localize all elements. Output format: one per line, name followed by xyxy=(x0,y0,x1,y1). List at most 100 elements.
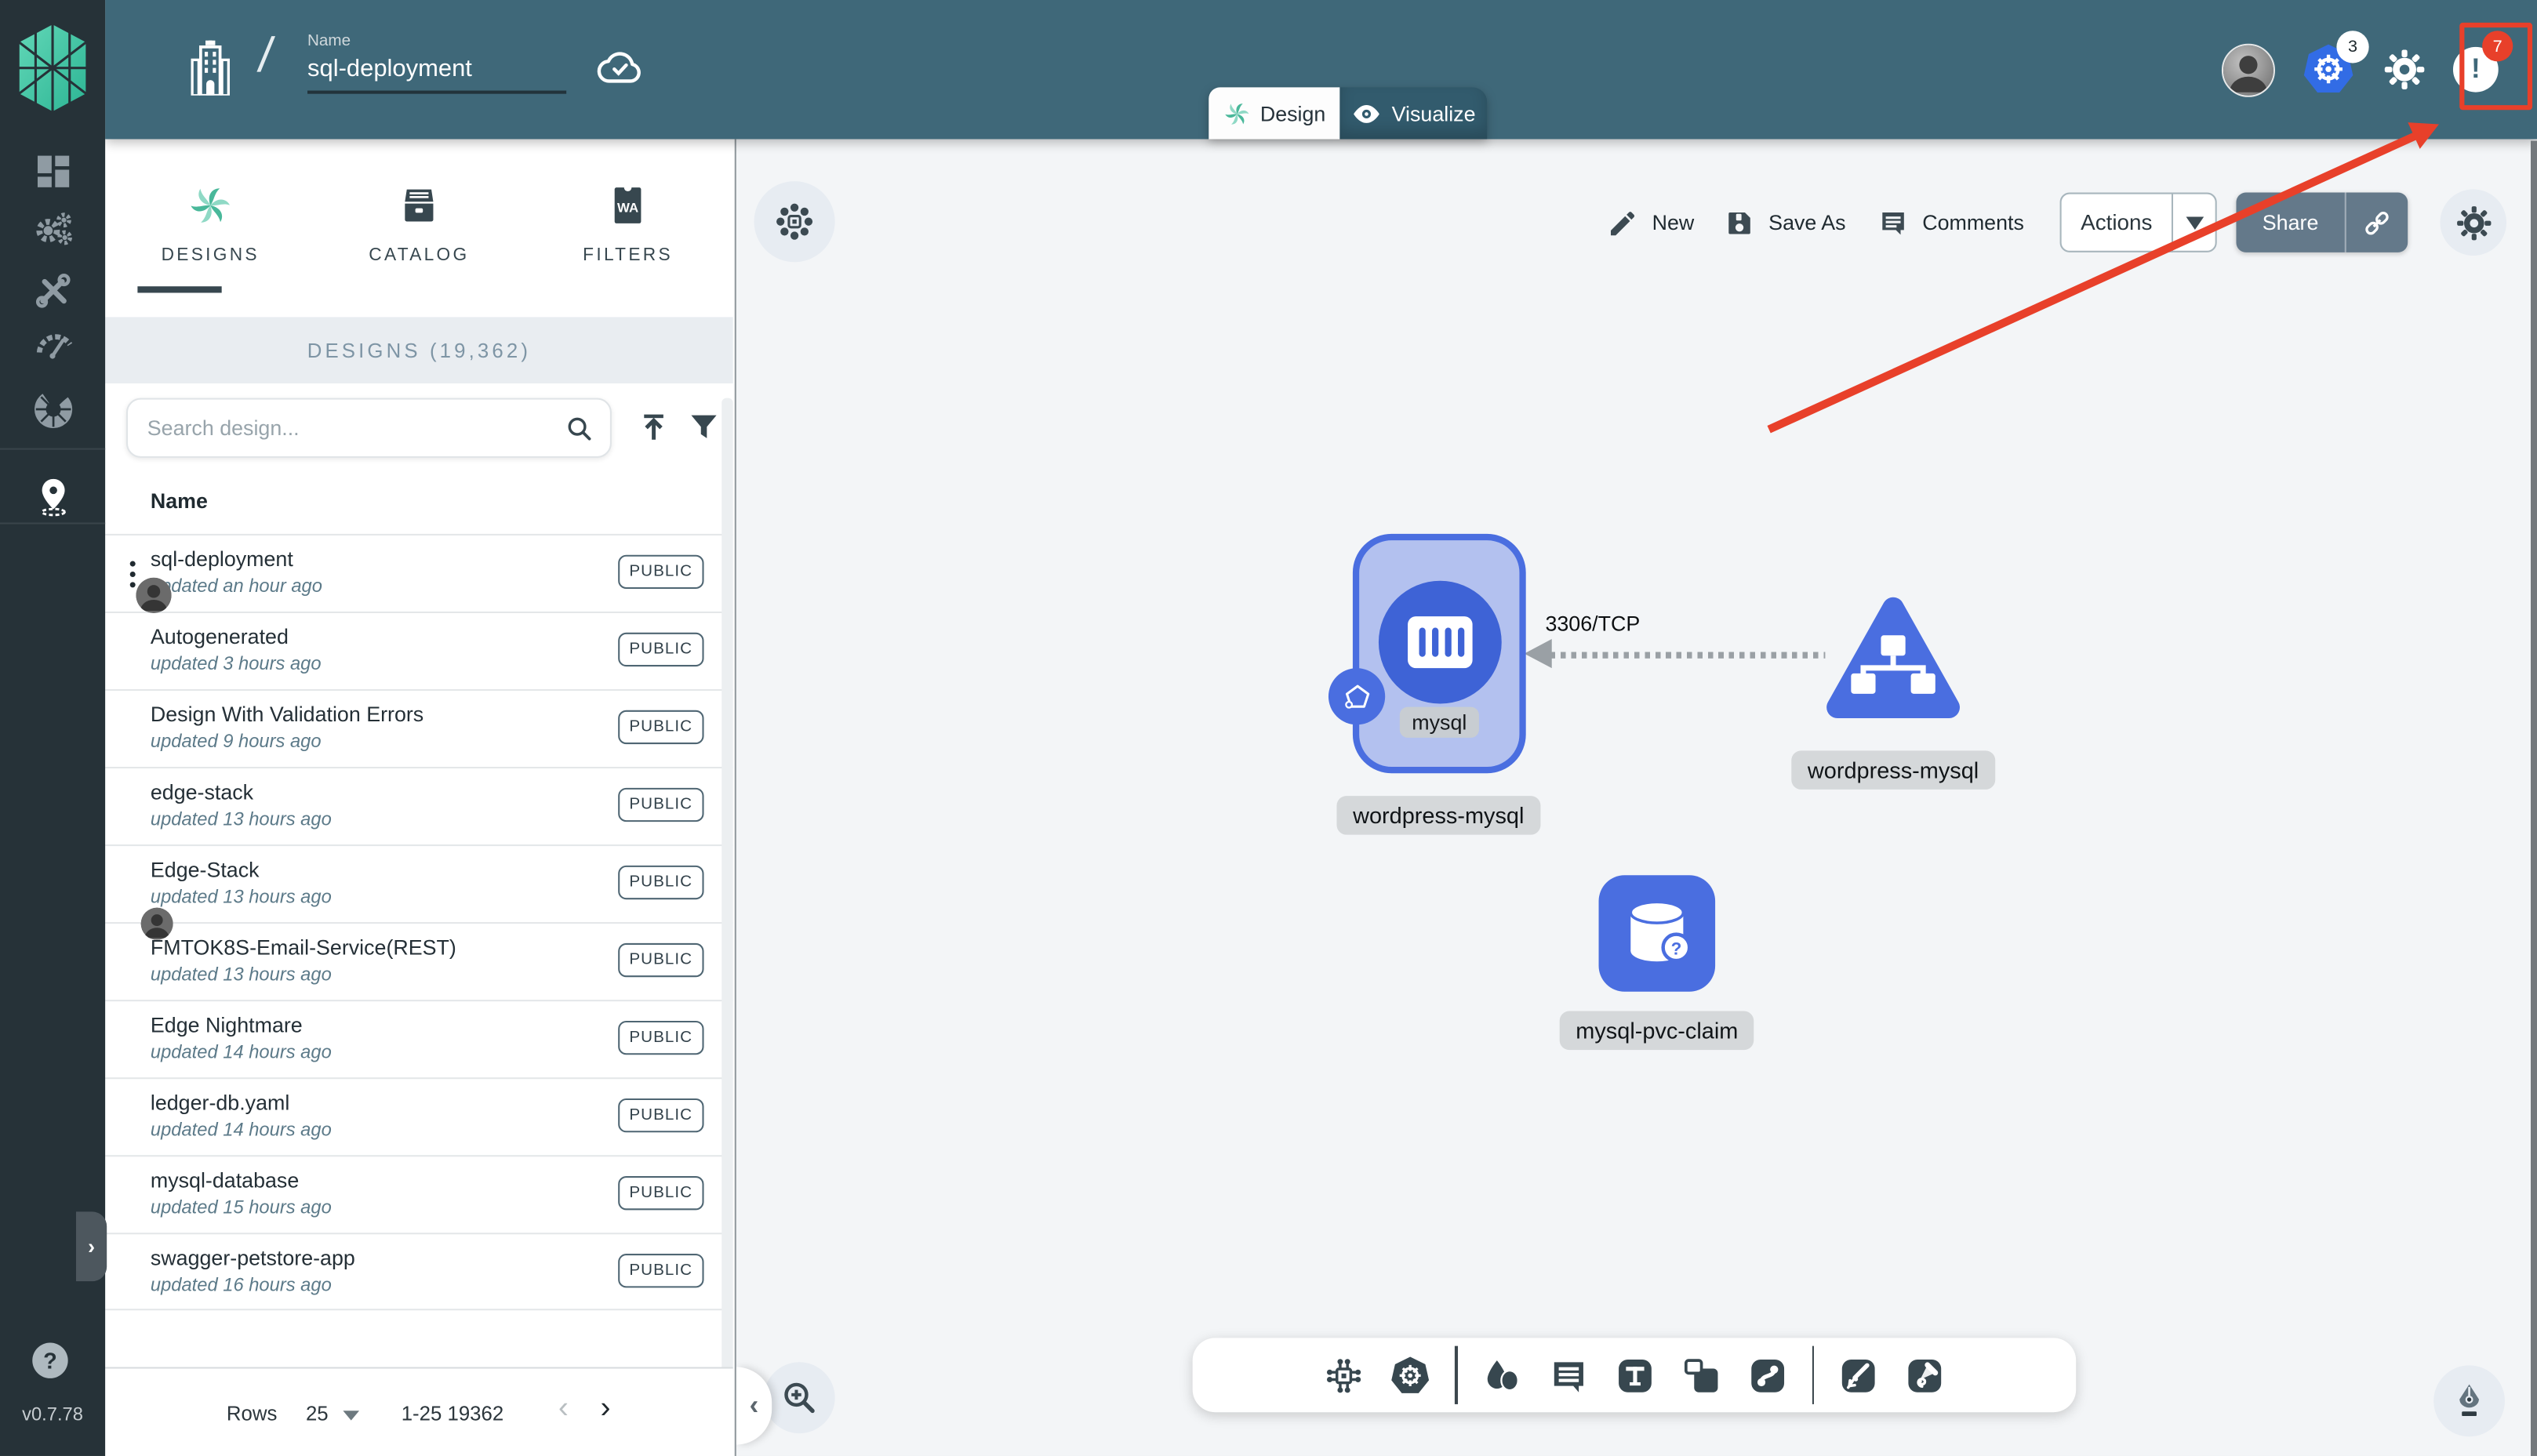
chevron-down-icon[interactable] xyxy=(343,1411,360,1421)
annotate-arrow-tool-icon[interactable] xyxy=(1837,1353,1881,1397)
design-updated: updated 13 hours ago xyxy=(150,888,332,908)
panel-collapse-button[interactable]: ‹ xyxy=(736,1367,772,1445)
edge-arrowhead-icon xyxy=(1524,639,1552,669)
kanvas-pin-icon[interactable] xyxy=(31,472,76,517)
search-icon[interactable] xyxy=(563,412,595,445)
save-as-button[interactable]: Save As xyxy=(1723,193,1846,252)
list-item[interactable]: ledger-db.yaml updated 14 hours ago PUBL… xyxy=(105,1077,733,1155)
design-name: ledger-db.yaml xyxy=(150,1090,290,1115)
pod-pentagon-icon xyxy=(1344,684,1369,708)
list-item[interactable]: sql-deployment updated an hour ago PUBLI… xyxy=(105,533,733,613)
panel-tab-designs[interactable]: DESIGNS xyxy=(113,139,307,294)
name-field-underline xyxy=(307,90,567,94)
meshery-logo-icon[interactable] xyxy=(16,20,89,115)
extensions-icon[interactable] xyxy=(32,388,75,430)
node-label-pvc: mysql-pvc-claim xyxy=(1559,1011,1754,1051)
kubernetes-helm-icon[interactable] xyxy=(1388,1353,1432,1397)
performance-gauge-icon[interactable] xyxy=(32,324,75,366)
row-menu-icon[interactable] xyxy=(126,560,140,589)
comments-button[interactable]: Comments xyxy=(1877,193,2024,252)
lifecycle-gears-icon[interactable] xyxy=(32,209,75,251)
list-item[interactable]: Edge Nightmare updated 14 hours ago PUBL… xyxy=(105,1000,733,1077)
chevron-left-icon: ‹ xyxy=(749,1389,759,1421)
panel-scrollbar[interactable] xyxy=(721,398,733,1375)
node-label-pod: wordpress-mysql xyxy=(1336,796,1541,835)
design-name: FMTOK8S-Email-Service(REST) xyxy=(150,935,456,960)
list-item[interactable]: Autogenerated updated 3 hours ago PUBLIC xyxy=(105,611,733,689)
pen-nib-icon xyxy=(2459,1384,2479,1417)
sidebar-expand-button[interactable]: › xyxy=(75,1211,107,1282)
kubernetes-context-count-badge: 3 xyxy=(2336,31,2369,64)
panel-tab-filters-label: FILTERS xyxy=(583,245,673,266)
panel-tab-catalog-label: CATALOG xyxy=(369,245,470,266)
visibility-badge: PUBLIC xyxy=(617,865,704,900)
service-edge[interactable] xyxy=(1550,652,1826,658)
freehand-draw-tool-icon[interactable] xyxy=(1903,1353,1946,1397)
actions-split-button[interactable]: Actions xyxy=(2059,192,2217,252)
design-updated: updated 14 hours ago xyxy=(150,1043,332,1063)
design-canvas[interactable]: New Save As Comments Actions Share 3306/… xyxy=(736,139,2537,1456)
node-pod-wordpress-mysql[interactable]: mysql xyxy=(1328,533,1526,774)
share-button-label: Share xyxy=(2262,210,2319,235)
node-service-wordpress-mysql[interactable] xyxy=(1825,592,1961,724)
filter-funnel-icon[interactable] xyxy=(686,409,721,445)
components-chip-icon[interactable] xyxy=(1322,1353,1366,1397)
list-item[interactable]: edge-stack updated 13 hours ago PUBLIC xyxy=(105,767,733,844)
list-item[interactable]: Design With Validation Errors updated 9 … xyxy=(105,688,733,767)
list-item[interactable]: FMTOK8S-Email-Service(REST) updated 13 h… xyxy=(105,922,733,1000)
container-name-chip: mysql xyxy=(1398,706,1480,738)
search-input[interactable] xyxy=(147,399,552,456)
list-item[interactable]: swagger-petstore-app updated 16 hours ag… xyxy=(105,1233,733,1311)
tab-design[interactable]: Design xyxy=(1209,87,1340,140)
chevron-right-icon: › xyxy=(88,1234,96,1259)
catalog-archive-icon xyxy=(405,189,434,222)
next-page-button[interactable]: › xyxy=(600,1391,610,1426)
notes-tool-icon[interactable] xyxy=(1546,1353,1590,1397)
organization-building-icon[interactable] xyxy=(191,40,230,96)
canvas-settings-button[interactable] xyxy=(2440,189,2507,256)
design-name: Autogenerated xyxy=(150,624,289,649)
canvas-layout-button[interactable] xyxy=(754,181,835,263)
design-name: edge-stack xyxy=(150,779,254,804)
tab-visualize[interactable]: Visualize xyxy=(1339,87,1488,140)
node-pvc-mysql-pvc-claim[interactable]: ? xyxy=(1598,875,1716,992)
sidebar-divider xyxy=(0,448,106,450)
share-button[interactable]: Share xyxy=(2236,192,2408,252)
list-item[interactable]: Edge-Stack updated 13 hours ago PUBLIC xyxy=(105,844,733,940)
rectangle-tool-icon[interactable] xyxy=(1679,1353,1723,1397)
actions-dropdown-toggle[interactable] xyxy=(2173,216,2215,229)
zoom-in-button[interactable] xyxy=(763,1362,835,1434)
dashboard-icon[interactable] xyxy=(32,151,75,193)
panel-tab-catalog[interactable]: CATALOG xyxy=(322,139,517,294)
design-name-value[interactable]: sql-deployment xyxy=(307,55,566,82)
visibility-badge: PUBLIC xyxy=(617,1020,704,1055)
actions-button-label: Actions xyxy=(2081,210,2153,235)
text-tool-icon[interactable] xyxy=(1612,1353,1656,1397)
sidebar-divider xyxy=(0,522,106,525)
help-icon[interactable]: ? xyxy=(32,1342,68,1378)
import-design-icon[interactable] xyxy=(636,409,671,445)
tab-visualize-label: Visualize xyxy=(1391,100,1476,125)
copy-link-button[interactable] xyxy=(2346,206,2408,238)
settings-gear-icon[interactable] xyxy=(2382,47,2427,93)
save-as-button-label: Save As xyxy=(1768,210,1846,235)
rows-per-page-select[interactable]: 25 xyxy=(306,1403,329,1425)
design-search xyxy=(125,398,612,458)
visibility-badge: PUBLIC xyxy=(617,1254,704,1288)
shapes-tool-icon[interactable] xyxy=(1480,1353,1524,1397)
comments-icon xyxy=(1882,211,1904,234)
name-field-label: Name xyxy=(307,32,351,50)
pagination-bar: Rows 25 1-25 19362 ‹ › xyxy=(105,1367,733,1456)
configuration-tools-icon[interactable] xyxy=(32,269,75,311)
page-scrollbar[interactable] xyxy=(2529,140,2537,1456)
panel-tab-filters[interactable]: WA FILTERS xyxy=(531,139,725,294)
previous-page-button[interactable]: ‹ xyxy=(558,1391,569,1426)
link-tool-icon[interactable] xyxy=(1745,1353,1789,1397)
list-item[interactable]: mysql-database updated 15 hours ago PUBL… xyxy=(105,1155,733,1233)
user-avatar[interactable] xyxy=(2221,42,2275,96)
rows-per-page-label: Rows xyxy=(226,1402,278,1425)
design-name-field[interactable]: Name sql-deployment xyxy=(307,32,567,94)
annotation-pen-button[interactable] xyxy=(2433,1365,2505,1437)
new-button[interactable]: New xyxy=(1607,193,1694,252)
kubernetes-context-switcher[interactable]: 3 xyxy=(2301,31,2369,97)
